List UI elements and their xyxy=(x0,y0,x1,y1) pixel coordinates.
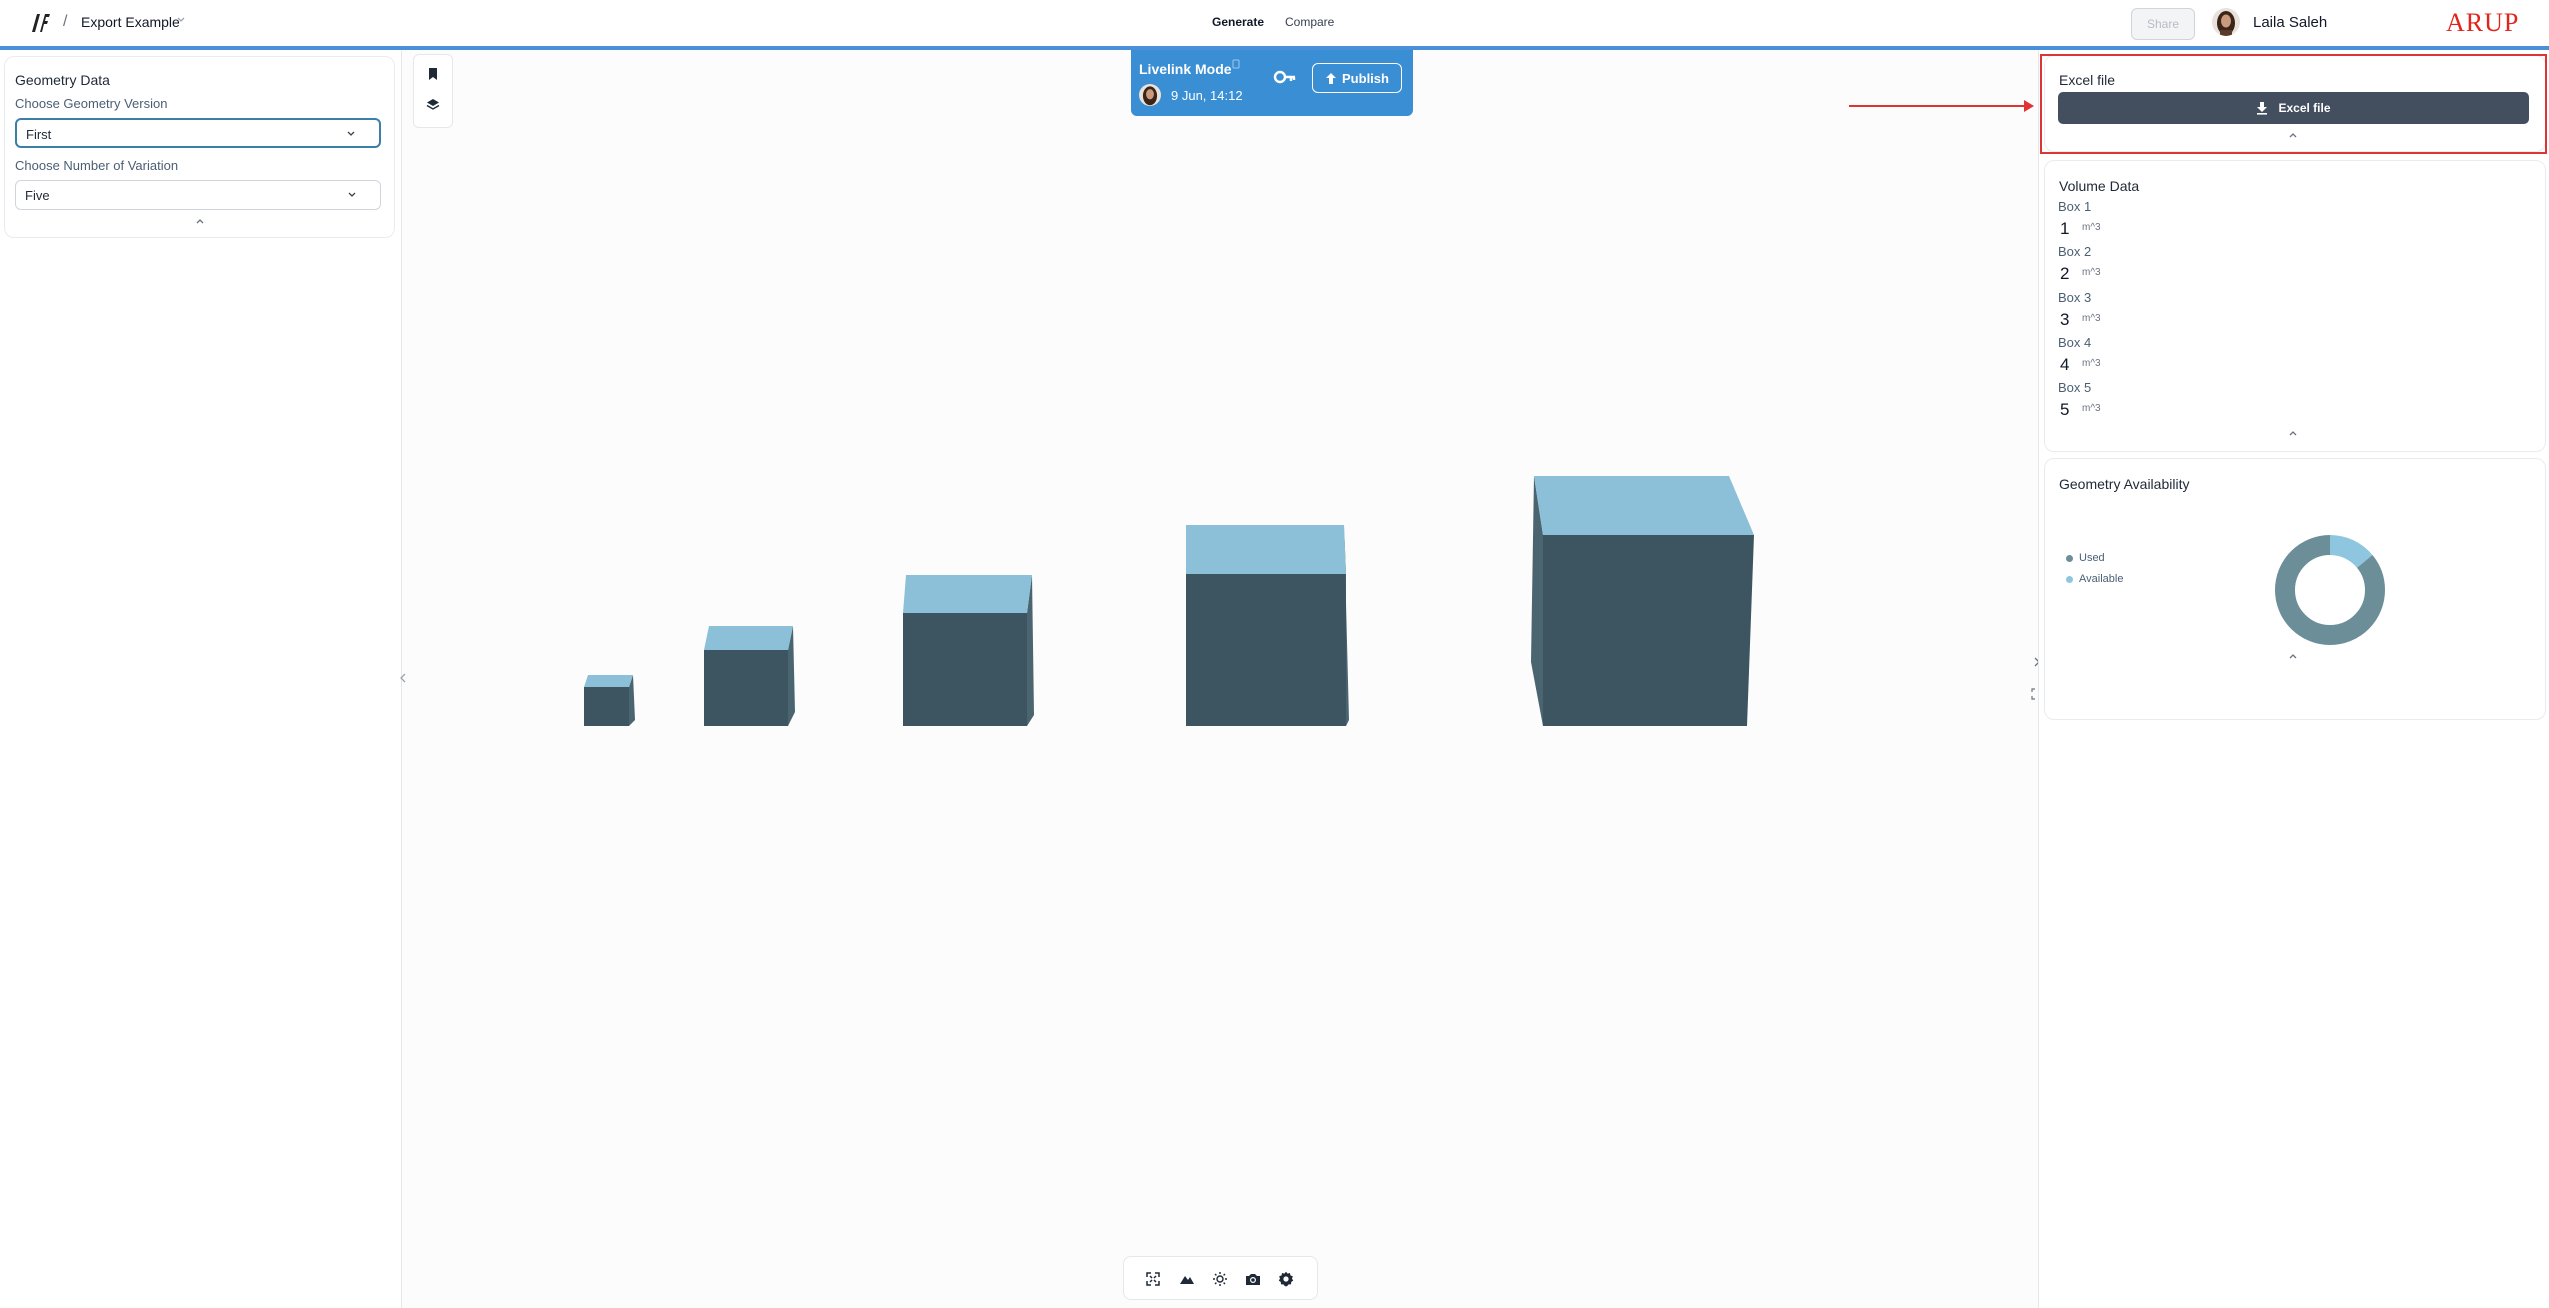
publish-label: Publish xyxy=(1342,70,1389,86)
card-title: Geometry Data xyxy=(15,72,110,88)
legend-dot-available xyxy=(2066,576,2073,583)
breadcrumb-separator: / xyxy=(63,13,68,30)
highlight-box xyxy=(2040,54,2547,154)
select-value: First xyxy=(26,127,52,142)
box-top-face xyxy=(704,626,793,650)
annotation-arrow-line xyxy=(1849,105,2026,107)
box-1[interactable] xyxy=(584,675,635,726)
volume-item-unit: m^3 xyxy=(2082,313,2101,324)
chevron-down-icon[interactable] xyxy=(176,14,186,24)
info-icon[interactable] xyxy=(1232,59,1240,69)
legend-label: Available xyxy=(2079,573,2124,585)
fullscreen-icon[interactable] xyxy=(1146,1272,1160,1286)
publish-button[interactable]: Publish xyxy=(1312,63,1402,93)
key-icon[interactable] xyxy=(1273,68,1297,86)
box-top-face xyxy=(1534,476,1754,535)
boxes-scene xyxy=(584,476,1754,726)
field-label: Choose Number of Variation xyxy=(15,158,179,173)
terrain-icon[interactable] xyxy=(1179,1272,1195,1286)
camera-icon[interactable] xyxy=(1245,1272,1261,1286)
livelink-title: Livelink Mode xyxy=(1139,61,1232,77)
annotation-arrow-head xyxy=(2024,100,2034,112)
tab-generate[interactable]: Generate xyxy=(1212,15,1264,29)
box-top-face xyxy=(584,675,633,687)
bookmark-icon[interactable] xyxy=(426,67,440,81)
box-front-face xyxy=(1186,574,1346,726)
variation-count-select[interactable]: Five xyxy=(15,180,381,210)
chevron-down-icon xyxy=(348,192,356,197)
chevron-up-icon[interactable] xyxy=(194,217,206,225)
volume-item-value: 2 xyxy=(2060,264,2070,283)
sun-icon[interactable] xyxy=(1212,1271,1228,1287)
user-avatar[interactable] xyxy=(2212,8,2240,36)
upload-icon xyxy=(1326,72,1337,84)
box-5[interactable] xyxy=(1531,476,1754,726)
card-title: Volume Data xyxy=(2059,178,2140,194)
volume-item-value: 1 xyxy=(2060,219,2070,238)
livelink-date: 9 Jun, 14:12 xyxy=(1171,88,1243,103)
project-name[interactable]: Export Example xyxy=(81,14,180,30)
geometry-version-select[interactable]: First xyxy=(15,118,381,148)
livelink-avatar xyxy=(1139,84,1161,106)
volume-item-value: 3 xyxy=(2060,310,2070,329)
volume-card: Volume Data xyxy=(2044,160,2546,452)
collapse-left-panel-icon[interactable] xyxy=(397,672,409,684)
box-top-face xyxy=(1186,525,1346,574)
box-top-face xyxy=(903,575,1032,613)
volume-item-label: Box 2 xyxy=(2058,244,2092,259)
availability-donut-chart xyxy=(2275,535,2385,645)
left-panel: Geometry Data Choose Geometry Version Fi… xyxy=(0,50,402,1308)
3d-viewport[interactable] xyxy=(402,50,2037,1308)
livelink-banner: Livelink Mode 9 Jun, 14:12 Publish xyxy=(1131,50,1413,116)
volume-item-unit: m^3 xyxy=(2082,403,2101,414)
box-2[interactable] xyxy=(704,626,795,726)
box-front-face xyxy=(1543,535,1754,726)
viewport-side-tools xyxy=(413,54,453,128)
volume-item-label: Box 3 xyxy=(2058,290,2092,305)
tab-compare[interactable]: Compare xyxy=(1285,15,1334,29)
box-front-face xyxy=(903,613,1027,726)
chevron-up-icon[interactable] xyxy=(2287,429,2299,437)
field-label: Choose Geometry Version xyxy=(15,96,168,111)
legend-dot-used xyxy=(2066,555,2073,562)
volume-item-unit: m^3 xyxy=(2082,358,2101,369)
volume-item-unit: m^3 xyxy=(2082,267,2101,278)
legend-label: Used xyxy=(2079,552,2105,564)
gear-icon[interactable] xyxy=(1278,1271,1294,1287)
share-button[interactable]: Share xyxy=(2131,8,2195,40)
box-front-face xyxy=(584,687,629,726)
card-title: Geometry Availability xyxy=(2059,476,2190,492)
right-panel: Excel file Volume Data Geometry Availabi… xyxy=(2038,50,2549,1308)
top-bar: / Export Example Generate Compare Share … xyxy=(0,0,2549,50)
box-4[interactable] xyxy=(1186,525,1349,726)
volume-item-label: Box 5 xyxy=(2058,380,2092,395)
volume-item-value: 5 xyxy=(2060,400,2070,419)
chevron-down-icon xyxy=(347,131,355,136)
volume-item-unit: m^3 xyxy=(2082,222,2101,233)
chevron-up-icon[interactable] xyxy=(2287,652,2299,660)
box-3[interactable] xyxy=(903,575,1034,726)
volume-item-label: Box 4 xyxy=(2058,335,2092,350)
box-front-face xyxy=(704,650,788,726)
volume-item-value: 4 xyxy=(2060,355,2070,374)
select-value: Five xyxy=(25,188,50,203)
brand-logo: ARUP xyxy=(2446,8,2520,37)
app-logo-icon[interactable] xyxy=(28,10,54,36)
geometry-data-card: Geometry Data Choose Geometry Version Fi… xyxy=(4,56,395,238)
layers-icon[interactable] xyxy=(426,98,440,112)
volume-item-label: Box 1 xyxy=(2058,199,2092,214)
viewport-toolbar xyxy=(1123,1256,1318,1300)
user-name[interactable]: Laila Saleh xyxy=(2253,14,2327,31)
